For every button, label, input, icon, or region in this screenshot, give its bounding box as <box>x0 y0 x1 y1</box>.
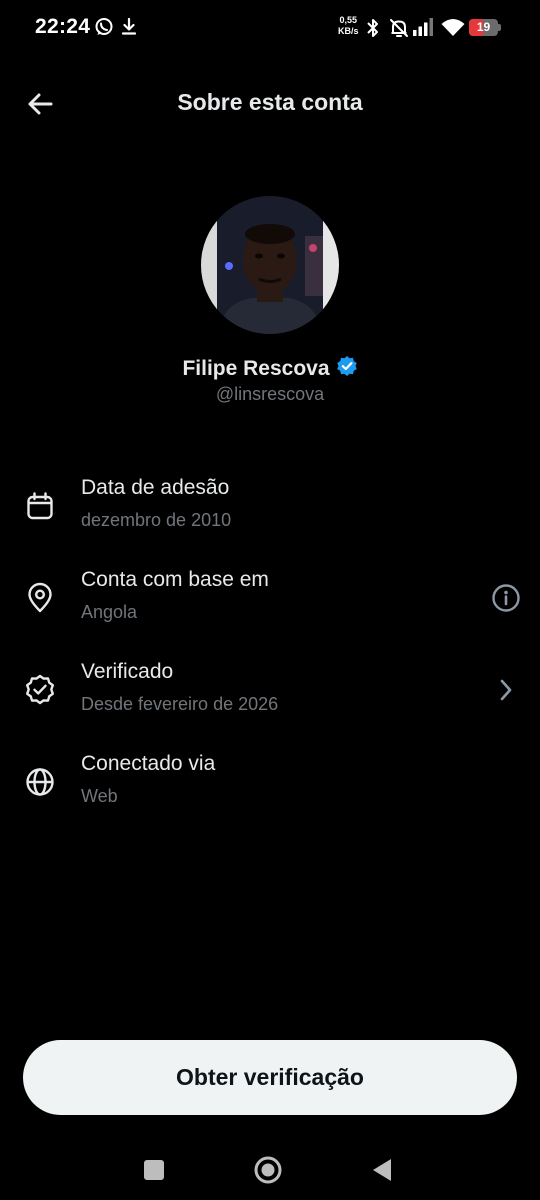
net-speed-unit: KB/s <box>338 26 359 36</box>
info-icon[interactable] <box>490 582 522 614</box>
signal-icon <box>412 17 434 42</box>
battery-level: 19 <box>476 20 491 34</box>
row-title: Conectado via <box>81 752 216 775</box>
info-row-verified[interactable]: Verificado Desde fevereiro de 2026 <box>0 660 540 740</box>
chevron-right-icon <box>490 674 522 706</box>
avatar[interactable] <box>201 196 339 334</box>
verified-badge-icon <box>336 355 358 382</box>
get-verified-label: Obter verificação <box>176 1064 364 1090</box>
info-row-join-date: Data de adesão dezembro de 2010 <box>0 476 540 556</box>
wifi-icon <box>440 17 466 42</box>
location-pin-icon <box>22 580 58 616</box>
info-row-connected-via: Conectado via Web <box>0 752 540 832</box>
net-speed: 0,55 KB/s <box>338 15 359 37</box>
page-title: Sobre esta conta <box>177 89 363 115</box>
status-time: 22:24 <box>35 15 91 38</box>
row-subtitle: Angola <box>81 602 138 622</box>
whatsapp-icon <box>94 17 114 42</box>
verified-check-icon <box>22 672 58 708</box>
row-subtitle: Web <box>81 786 118 806</box>
system-nav-bar <box>0 1140 540 1200</box>
recents-square-icon[interactable] <box>134 1150 174 1190</box>
handle: @linsrescova <box>215 384 325 404</box>
row-subtitle: Desde fevereiro de 2026 <box>81 694 279 714</box>
row-title: Verificado <box>81 660 174 683</box>
battery-icon: 19 <box>469 19 501 36</box>
bell-muted-icon <box>388 17 410 44</box>
row-title: Conta com base em <box>81 568 269 591</box>
display-name-row: Filipe Rescova <box>0 355 540 382</box>
download-icon <box>121 17 137 42</box>
info-row-based-in: Conta com base em Angola <box>0 568 540 648</box>
status-bar: 22:24 0,55 KB/s 19 <box>0 0 540 56</box>
calendar-icon <box>22 488 58 524</box>
row-subtitle: dezembro de 2010 <box>81 510 232 530</box>
get-verified-button[interactable]: Obter verificação <box>23 1040 517 1115</box>
home-circle-icon[interactable] <box>248 1150 288 1190</box>
globe-icon <box>22 764 58 800</box>
row-title: Data de adesão <box>81 476 230 499</box>
back-triangle-icon[interactable] <box>362 1150 402 1190</box>
display-name: Filipe Rescova <box>182 356 330 380</box>
net-speed-value: 0,55 <box>339 15 358 25</box>
bluetooth-icon <box>364 17 382 44</box>
